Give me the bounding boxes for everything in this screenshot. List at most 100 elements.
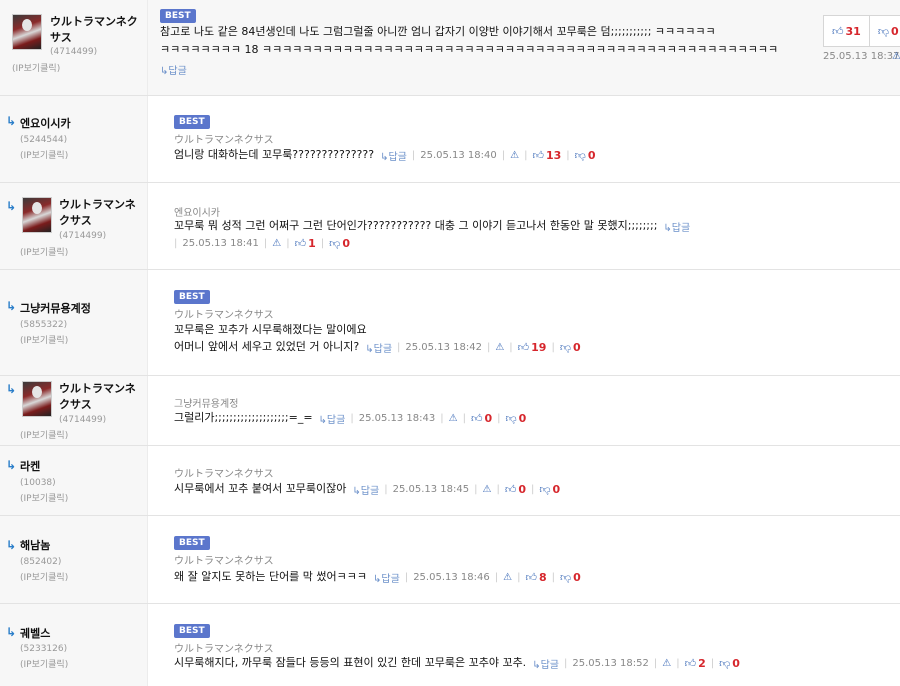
downvote-button[interactable]: 👎︎ 0 (870, 16, 900, 46)
author-nick[interactable]: ウルトラマンネ (59, 381, 136, 397)
thumbs-down-icon[interactable]: 👎︎ (505, 412, 516, 425)
comment-text: 시무룩에서 꼬추 붙여서 꼬무룩이잖아 (174, 482, 347, 495)
avatar[interactable] (12, 14, 42, 50)
comment-date: 25.05.13 18:46 (413, 571, 490, 583)
divider: | (551, 571, 555, 583)
comment-row: ウルトラマンネク サス (4714499) (IP보기클릭) BEST 참고로 … (0, 0, 900, 96)
mention-target: ウルトラマンネクサス (174, 135, 274, 146)
comment-row: ↳ 해남놈 (852402) (IP보기클릭) BEST ウルトラマンネクサス … (0, 516, 900, 604)
comment-date: 25.05.13 18:41 (182, 237, 259, 249)
downvote-count: 0 (587, 148, 596, 162)
vote-box: 👍︎ 31 👎︎ 0 (823, 15, 900, 47)
best-badge: BEST (160, 9, 196, 23)
reply-link[interactable]: ↳답글 (319, 411, 346, 426)
downvote-count: 0 (573, 570, 581, 584)
author-nick[interactable]: 그냥커뮤용계정 (20, 301, 91, 317)
report-icon[interactable]: ⚠︎ (449, 413, 458, 424)
author-panel: ↳ 그냥커뮤용계정 (5855322) (IP보기클릭) (0, 270, 148, 375)
author-nick[interactable]: 궤벨스 (20, 626, 50, 642)
upvote-count: 0 (518, 482, 526, 496)
report-icon[interactable]: ⚠︎ (510, 150, 519, 161)
thumbs-up-icon[interactable]: 👍︎ (685, 657, 697, 670)
ip-view-link[interactable]: (IP보기클릭) (20, 428, 68, 441)
upvote-count: 2 (698, 656, 706, 670)
ip-view-link[interactable]: (IP보기클릭) (20, 333, 68, 346)
divider: | (494, 571, 499, 583)
author-id: (4714499) (59, 231, 107, 241)
ip-view-link[interactable]: (IP보기클릭) (20, 657, 68, 670)
thumbs-down-icon[interactable]: 👎︎ (719, 657, 730, 670)
thumbs-down-icon[interactable]: 👎︎ (560, 571, 571, 584)
avatar[interactable] (22, 197, 52, 233)
reply-arrow-icon: ↳ (6, 114, 17, 128)
thumbs-up-icon[interactable]: 👍︎ (518, 341, 530, 354)
downvote-count: 0 (342, 236, 350, 250)
mention-target: 그냥커뮤용계정 (174, 399, 239, 410)
divider: | (174, 237, 178, 249)
report-icon[interactable]: ⚠︎ (662, 658, 671, 669)
thumbs-up-icon[interactable]: 👍︎ (471, 412, 483, 425)
reply-link[interactable]: ↳답글 (663, 219, 690, 234)
author-nick[interactable]: 해남놈 (20, 538, 50, 554)
divider: | (474, 483, 478, 495)
thumbs-up-icon[interactable]: 👍︎ (295, 237, 307, 250)
downvote-count: 0 (890, 24, 899, 38)
ip-view-link[interactable]: (IP보기클릭) (12, 61, 60, 74)
comment-text: 꼬무룩은 꼬추가 시무룩해졌다는 말이에요 (174, 323, 367, 336)
author-nick-cont[interactable]: クサス (59, 213, 92, 229)
comment-text: 그럴리가;;;;;;;;;;;;;;;;;;;;=_= (174, 411, 313, 424)
reply-link[interactable]: ↳답글 (365, 340, 392, 355)
author-nick-cont[interactable]: サス (50, 30, 72, 46)
report-icon[interactable]: ⚠︎ (503, 572, 512, 583)
author-nick[interactable]: 엔요이시카 (20, 116, 71, 132)
report-icon[interactable]: ⚠︎ (495, 342, 504, 353)
thumbs-down-icon[interactable]: 👎︎ (560, 341, 571, 354)
report-icon[interactable]: ⚠︎ (892, 51, 900, 62)
divider: | (530, 483, 535, 495)
best-badge: BEST (174, 536, 210, 550)
reply-link[interactable]: ↳답글 (380, 148, 407, 163)
thumbs-up-icon[interactable]: 👍︎ (525, 571, 537, 584)
avatar[interactable] (22, 381, 52, 417)
ip-view-link[interactable]: (IP보기클릭) (20, 491, 68, 504)
comment-row: ↳ 엔요이시카 (5244544) (IP보기클릭) BEST ウルトラマンネク… (0, 96, 900, 183)
divider: | (501, 149, 506, 161)
thumbs-up-icon[interactable]: 👍︎ (532, 149, 544, 162)
report-icon[interactable]: ⚠︎ (482, 484, 491, 495)
ip-view-link[interactable]: (IP보기클릭) (20, 148, 68, 161)
downvote-count: 0 (552, 482, 561, 496)
thumbs-down-icon[interactable]: 👎︎ (575, 149, 586, 162)
ip-view-link[interactable]: (IP보기클릭) (20, 245, 68, 258)
comment-text: 엄니랑 대화하는데 꼬무룩?????????????? (174, 148, 375, 161)
author-nick[interactable]: 라켄 (20, 459, 40, 475)
downvote-count: 0 (732, 656, 740, 670)
reply-link[interactable]: ↳답글 (160, 62, 187, 77)
author-nick[interactable]: ウルトラマンネ (59, 197, 136, 213)
author-nick[interactable]: ウルトラマンネク (50, 14, 138, 30)
best-badge: BEST (174, 115, 210, 129)
reply-link[interactable]: ↳답글 (352, 482, 379, 497)
comment-date: 25.05.13 18:40 (420, 149, 497, 161)
upvote-button[interactable]: 👍︎ 31 (824, 16, 870, 46)
thumbs-up-icon[interactable]: 👍︎ (505, 483, 517, 496)
divider: | (653, 657, 658, 669)
divider: | (397, 341, 401, 353)
divider: | (566, 149, 570, 161)
thumbs-down-icon[interactable]: 👎︎ (539, 483, 550, 496)
ip-view-link[interactable]: (IP보기클릭) (20, 570, 68, 583)
divider: | (517, 571, 521, 583)
reply-link[interactable]: ↳답글 (373, 570, 400, 585)
reply-arrow-icon: ↳ (6, 538, 17, 552)
reply-link[interactable]: ↳답글 (532, 656, 559, 671)
author-nick-cont[interactable]: クサス (59, 397, 92, 413)
author-id: (5855322) (20, 320, 68, 330)
mention-target: ウルトラマンネクサス (174, 556, 274, 567)
divider: | (286, 237, 290, 249)
divider: | (486, 341, 491, 353)
report-icon[interactable]: ⚠︎ (272, 238, 281, 249)
comment-date: 25.05.13 18:37 (823, 51, 900, 62)
upvote-count: 0 (484, 411, 493, 425)
comment-row: ↳ 궤벨스 (5233126) (IP보기클릭) BEST ウルトラマンネクサス… (0, 604, 900, 686)
comment-date: 25.05.13 18:43 (358, 412, 436, 424)
thumbs-down-icon[interactable]: 👎︎ (329, 237, 340, 250)
